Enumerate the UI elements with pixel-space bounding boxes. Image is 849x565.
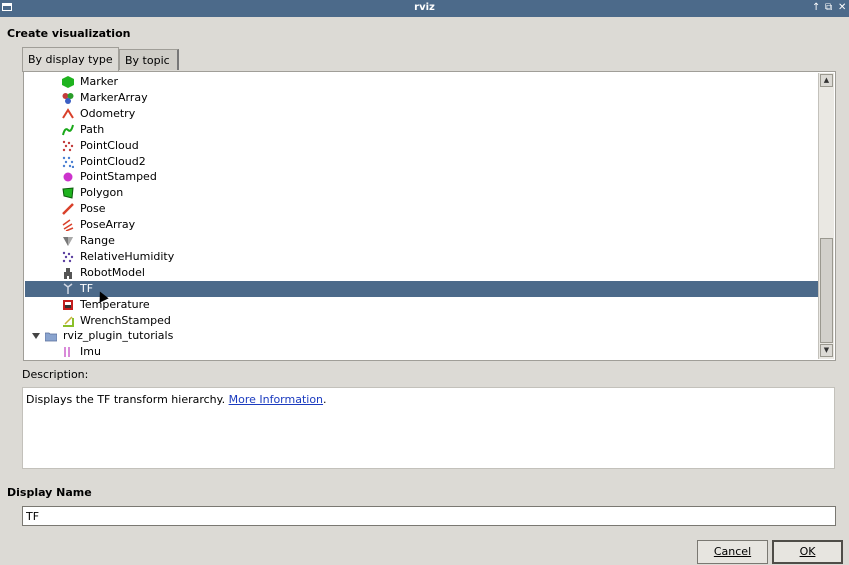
tree-row[interactable]: Odometry [25, 106, 818, 122]
tree-item-label: PointCloud2 [80, 154, 146, 168]
tree-row[interactable]: TF [25, 280, 818, 297]
description-box: Displays the TF transform hierarchy. Mor… [22, 387, 835, 469]
tree-item-label: rviz_plugin_tutorials [63, 329, 174, 343]
expand-arrow-icon[interactable] [32, 333, 40, 340]
more-information-link[interactable]: More Information [229, 393, 323, 406]
tree-row[interactable]: RelativeHumidity [25, 249, 818, 265]
tree-item-label: Odometry [80, 106, 136, 120]
tree-item-label: Marker [80, 75, 119, 88]
keep-above-icon[interactable]: ↑ [812, 1, 820, 15]
ok-label: OK [799, 545, 816, 558]
folder-icon [44, 330, 58, 342]
tf-icon [62, 283, 74, 295]
tree-scrollbar[interactable]: ▲ ▼ [818, 73, 834, 359]
imu-icon [62, 346, 74, 358]
odometry-icon [62, 107, 74, 120]
scroll-thumb[interactable] [820, 238, 833, 343]
tree-item-label: WrenchStamped [80, 313, 171, 327]
tree-item-label: Imu [80, 345, 101, 359]
point-stamped-icon [62, 171, 74, 183]
range-icon [62, 235, 74, 247]
tree-item-label: TF [80, 281, 94, 295]
tree-row[interactable]: PointCloud [25, 138, 818, 154]
tree-item-label: Range [80, 234, 115, 247]
window-title: rviz [414, 2, 435, 13]
tree-row[interactable]: PoseArray [25, 217, 818, 233]
robot-model-icon [62, 267, 74, 279]
close-icon[interactable]: ✕ [838, 1, 846, 15]
scroll-up-button[interactable]: ▲ [820, 74, 833, 87]
tree-item-label: RelativeHumidity [80, 249, 175, 263]
tree-row[interactable]: RobotModel [25, 265, 818, 281]
tree-row[interactable]: Range [25, 233, 818, 249]
description-text: Displays the TF transform hierarchy. [26, 393, 226, 406]
tree-item-label: Temperature [80, 297, 150, 311]
tree-row[interactable]: Pose [25, 201, 818, 217]
pointcloud2-icon [62, 156, 75, 168]
tree-item-label: PoseArray [80, 218, 136, 232]
maximize-icon[interactable]: ⧉ [825, 1, 832, 15]
tree-item-label: PointCloud [80, 138, 139, 152]
pose-array-icon [62, 219, 74, 232]
marker-icon [62, 76, 74, 88]
display-name-input[interactable] [22, 506, 836, 526]
dialog-heading: Create visualization [7, 27, 131, 40]
tree-row[interactable]: PointCloud2 [25, 154, 818, 170]
tree-row[interactable]: Temperature [25, 297, 818, 313]
temperature-icon [62, 299, 74, 311]
description-label: Description: [22, 368, 89, 381]
tree-row[interactable]: Path [25, 122, 818, 138]
tree-row[interactable]: Imu [25, 344, 818, 360]
wrench-stamped-icon [62, 315, 74, 327]
tree-row[interactable]: PointStamped [25, 169, 818, 185]
tree-row[interactable]: Marker [25, 74, 818, 90]
tree-item-label: Pose [80, 202, 106, 216]
tab-by-display-type[interactable]: By display type [22, 47, 119, 72]
tree-group-row[interactable]: rviz_plugin_tutorials [25, 328, 818, 344]
marker-array-icon [62, 92, 74, 104]
cancel-label: Cancel [713, 545, 752, 558]
display-type-tree: Marker MarkerArray Odometry Path PointCloud P… [23, 71, 836, 361]
display-name-label: Display Name [7, 486, 92, 499]
pointcloud-icon [62, 140, 74, 152]
tree-item-label: Polygon [80, 186, 124, 200]
window-titlebar: rviz ↑ ⧉ ✕ [0, 0, 849, 17]
scroll-down-button[interactable]: ▼ [820, 344, 833, 357]
description-suffix: . [323, 393, 327, 406]
tree-item-label: MarkerArray [80, 90, 148, 104]
path-icon [62, 124, 74, 136]
tab-by-topic[interactable]: By topic [119, 49, 179, 70]
pose-icon [62, 203, 74, 216]
relative-humidity-icon [62, 251, 74, 263]
ok-button[interactable]: OK [772, 540, 843, 564]
cancel-button[interactable]: Cancel [697, 540, 768, 564]
tree-row[interactable]: Polygon [25, 185, 818, 201]
tree-row[interactable]: MarkerArray [25, 90, 818, 106]
tree-item-label: PointStamped [80, 170, 157, 184]
tree-item-label: RobotModel [80, 265, 145, 279]
polygon-icon [62, 187, 74, 199]
tree-item-label: Path [80, 122, 105, 136]
tree-row[interactable]: WrenchStamped [25, 313, 818, 329]
